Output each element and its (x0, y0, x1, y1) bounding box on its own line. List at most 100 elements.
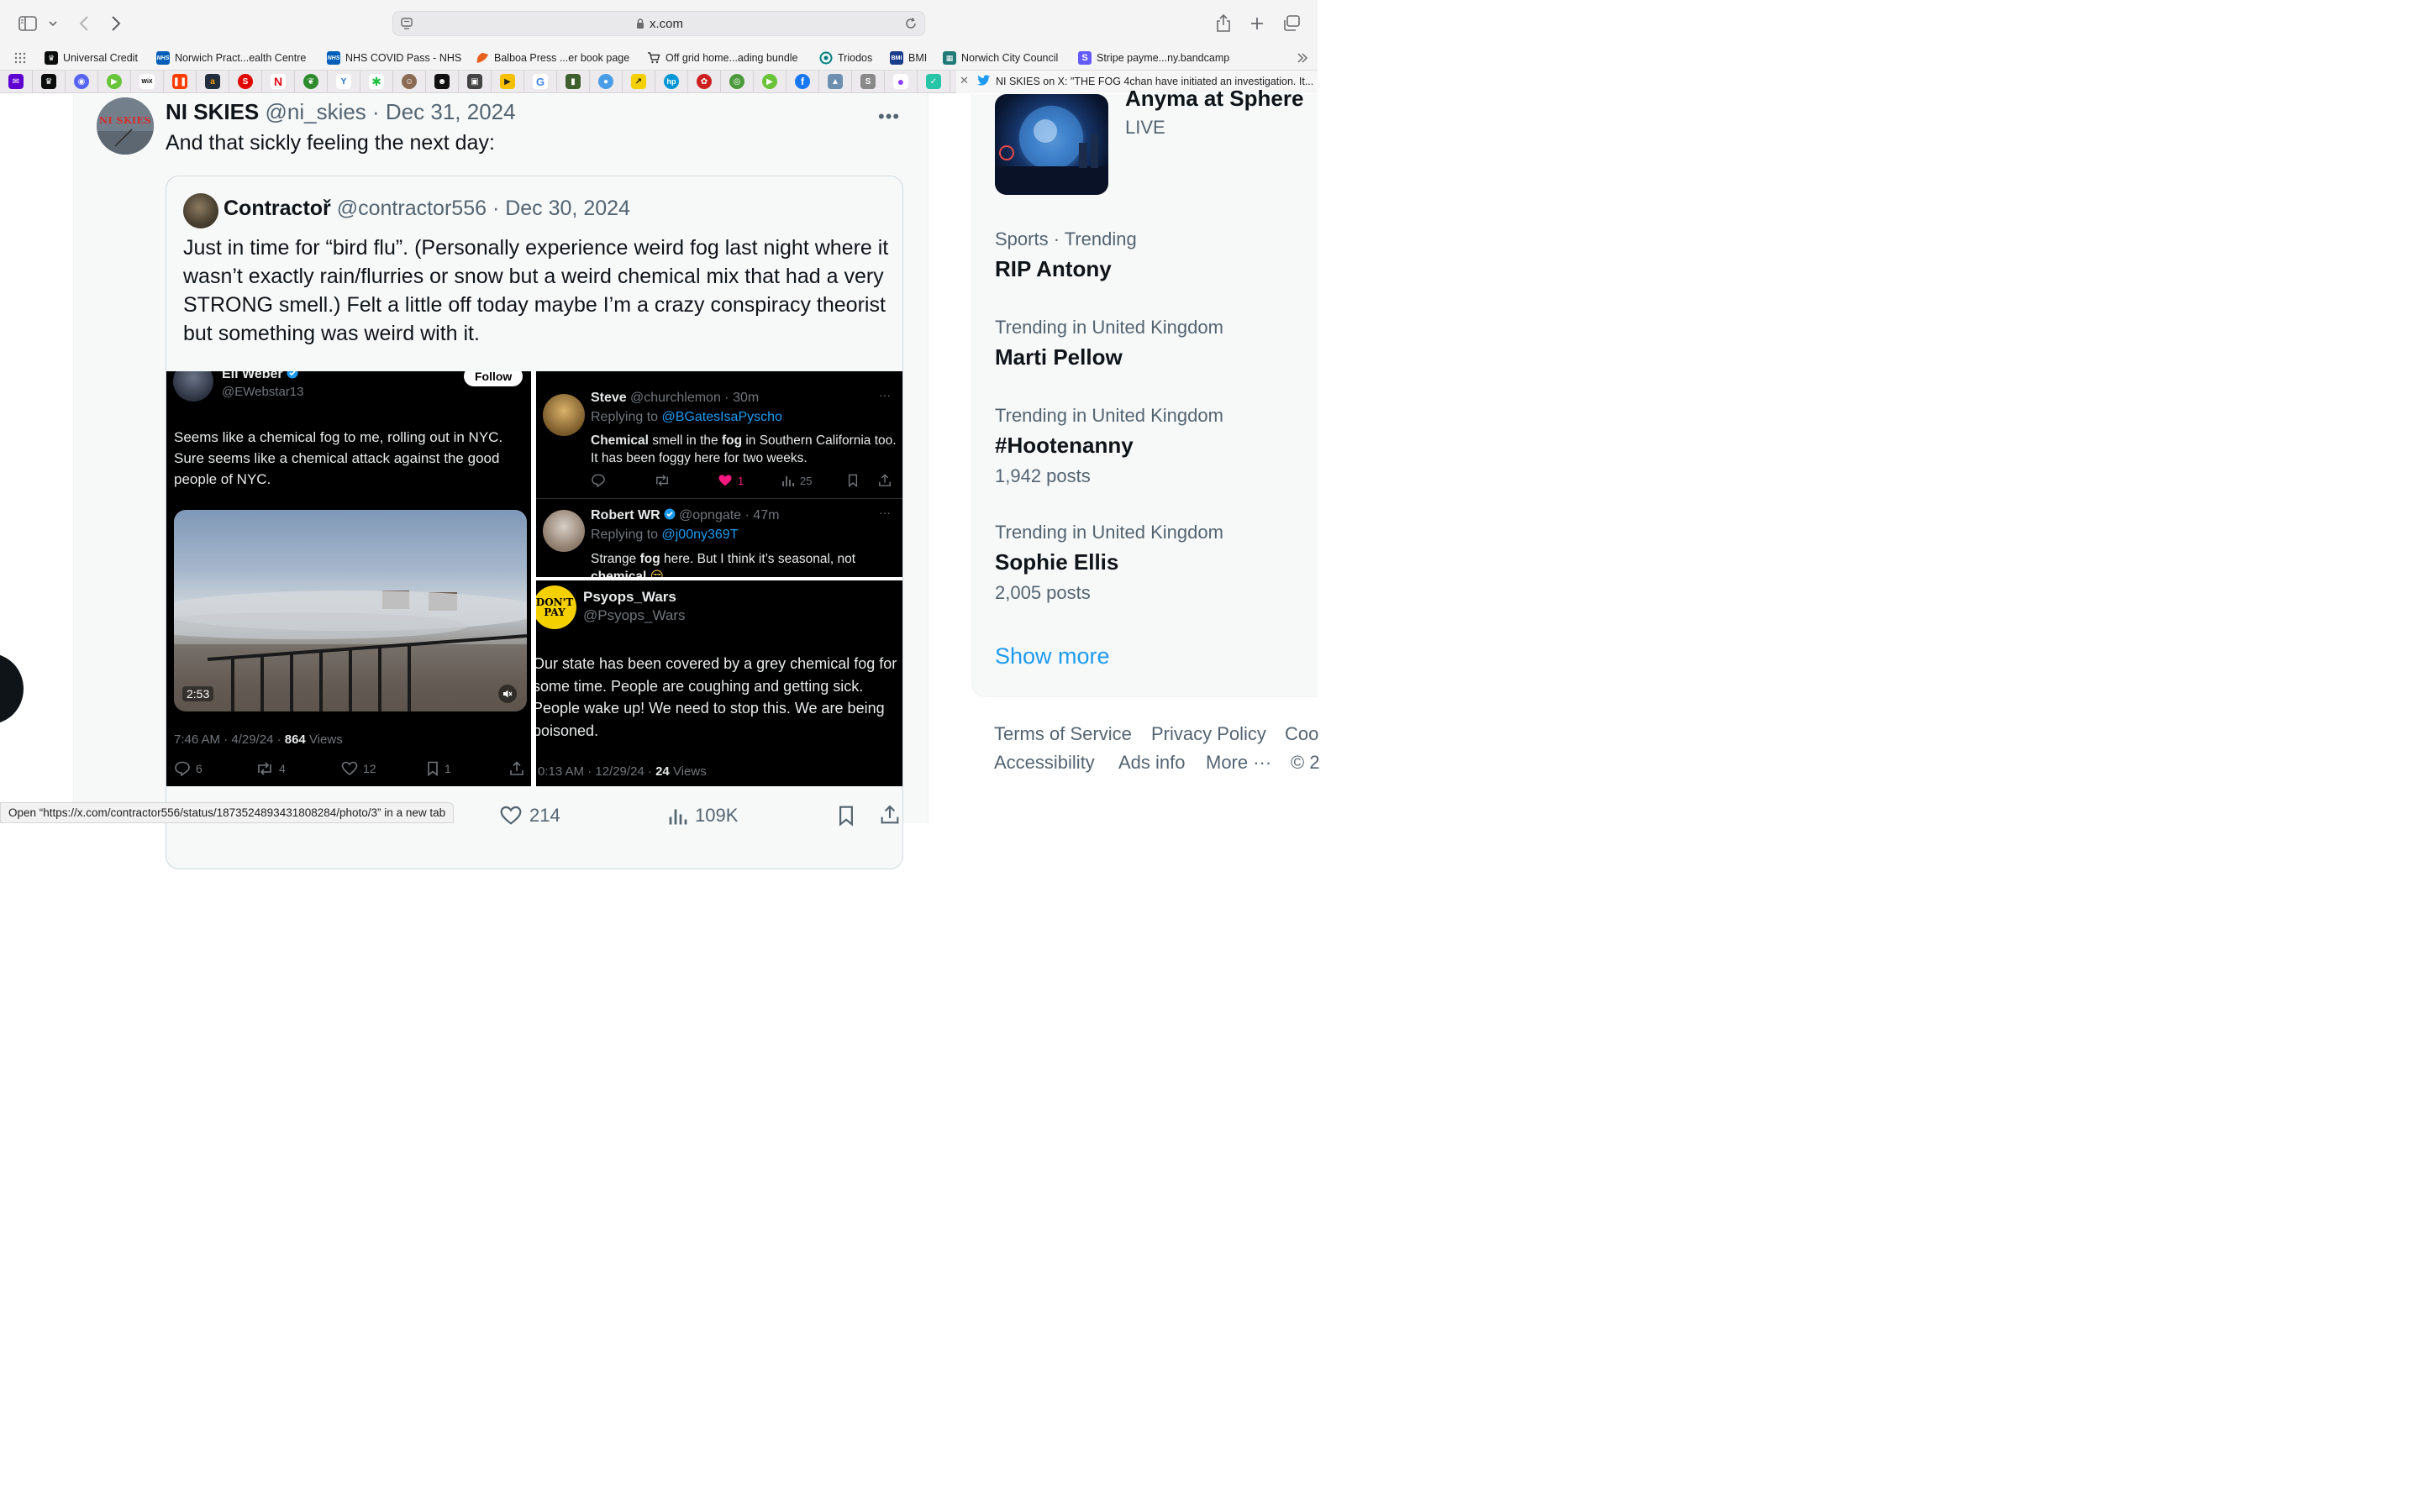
amazon-icon[interactable]: a (205, 74, 220, 89)
event-thumbnail[interactable] (995, 94, 1108, 195)
quoted-tweet[interactable]: Contractoř @contractor556 · Dec 30, 2024… (166, 176, 903, 869)
tab-overview-icon[interactable] (1281, 12, 1302, 35)
tab-separator (818, 71, 819, 93)
asterisk-icon[interactable]: ✱ (369, 74, 384, 89)
psyops-time: 0:13 AM · 12/29/24 · (538, 764, 656, 779)
quoted-author-avatar[interactable] (183, 193, 218, 228)
author-avatar[interactable]: NI SKIES (97, 97, 154, 155)
more-options-icon: ··· (879, 388, 891, 402)
bookmark-icon (839, 806, 853, 827)
netflix-icon[interactable]: N (271, 74, 286, 89)
pause-icon[interactable]: ❚❚ (172, 74, 187, 89)
chat-icon[interactable]: ● (598, 74, 613, 89)
replying-to-link: @BGatesIsaPyscho (661, 410, 782, 424)
media-image-eli-weber[interactable]: Eli Weber @EWebstar13 Follow Seems like … (166, 371, 531, 786)
bookmark-off-grid-home[interactable]: Off grid home...ading bundle (647, 46, 798, 70)
arrow-icon[interactable]: ↗ (631, 74, 646, 89)
bookmark-button[interactable] (837, 805, 855, 827)
accessibility-link[interactable]: Accessibility (994, 752, 1095, 774)
dot-icon[interactable]: ● (893, 74, 908, 89)
rose-icon[interactable]: ✿ (697, 74, 712, 89)
author-handle-date[interactable]: @ni_skies · Dec 31, 2024 (265, 99, 515, 124)
facebook-icon[interactable]: f (795, 74, 810, 89)
address-bar[interactable]: x.com (392, 11, 925, 36)
ads-info-link[interactable]: Ads info (1118, 752, 1186, 774)
portrait-icon[interactable]: ☺ (402, 74, 417, 89)
close-tab-icon[interactable]: ✕ (960, 74, 969, 87)
bookmark-balboa-press[interactable]: Balboa Press ...er book page (476, 46, 629, 70)
media-image-replies[interactable]: Steve @churchlemon · 30m ··· Replying to… (536, 371, 902, 577)
cookie-link[interactable]: Coo (1285, 723, 1318, 745)
y-icon[interactable]: Y (336, 74, 351, 89)
media-image-psyops[interactable]: DON'T PAY Psyops_Wars @Psyops_Wars Our s… (536, 580, 902, 786)
more-options-icon[interactable]: ••• (878, 106, 900, 128)
trend-name[interactable]: RIP Antony (995, 256, 1112, 282)
like-button[interactable]: 214 (499, 805, 560, 827)
steve-like-count: 1 (738, 474, 744, 487)
tab-separator (687, 71, 688, 93)
check-icon[interactable]: ✓ (926, 74, 941, 89)
terms-link[interactable]: Terms of Service (994, 723, 1132, 745)
hp-icon[interactable]: hp (664, 74, 679, 89)
bookmark-universal-credit[interactable]: ♛ Universal Credit (45, 46, 138, 70)
repost-icon (258, 762, 271, 775)
wix-icon[interactable]: WiX (139, 74, 155, 89)
google-icon[interactable]: G (533, 74, 548, 89)
trend-name[interactable]: Marti Pellow (995, 344, 1123, 370)
author-name[interactable]: NI SKIES (166, 99, 259, 124)
show-more-link[interactable]: Show more (995, 643, 1110, 669)
steve-name: Steve (591, 391, 627, 405)
steve-bold-text: fog (721, 433, 743, 448)
replying-to-link: @j00ny369T (661, 528, 739, 542)
steve-views-count: 25 (800, 474, 813, 487)
heart-icon (500, 806, 522, 825)
trend-name[interactable]: Sophie Ellis (995, 549, 1118, 575)
forward-icon[interactable] (108, 12, 124, 35)
quoted-author-name[interactable]: Contractoř (224, 197, 331, 220)
eli-reply-count: 6 (196, 762, 203, 775)
reload-icon[interactable] (904, 17, 918, 34)
share-icon (878, 474, 892, 487)
chevron-down-icon[interactable] (47, 12, 59, 35)
book-icon[interactable]: ▮ (566, 74, 581, 89)
photo-icon[interactable]: ▣ (467, 74, 482, 89)
mask-icon[interactable]: ☻ (434, 74, 450, 89)
bookmark-triodos[interactable]: Triodos (819, 46, 872, 70)
circle-icon[interactable]: ◎ (729, 74, 744, 89)
trend-name[interactable]: #Hootenanny (995, 433, 1134, 459)
share-icon[interactable] (1213, 12, 1234, 35)
landscape-icon[interactable]: ▲ (828, 74, 843, 89)
more-link[interactable]: More ··· (1206, 752, 1271, 774)
tab-separator (196, 71, 197, 93)
bookmark-norwich-practice[interactable]: NHS Norwich Pract...ealth Centre (156, 46, 306, 70)
share-button[interactable] (880, 805, 900, 825)
discord-icon[interactable]: ◉ (74, 74, 89, 89)
play-icon[interactable]: ▶ (107, 74, 122, 89)
leaf-icon (476, 51, 489, 65)
tab-separator (392, 71, 393, 93)
bookmark-nhs-covid-pass[interactable]: NHS NHS COVID Pass - NHS (327, 46, 461, 70)
page-settings-icon[interactable] (400, 17, 413, 34)
views-button[interactable]: 109K (668, 805, 738, 827)
leaf-icon[interactable]: ❦ (303, 74, 318, 89)
x-page: NI SKIES NI SKIES @ni_skies · Dec 31, 20… (0, 86, 1320, 869)
event-title[interactable]: Anyma at Sphere (1125, 86, 1303, 112)
s-icon[interactable]: S (860, 74, 876, 89)
play-icon[interactable]: ▶ (762, 74, 777, 89)
bookmark-bmi[interactable]: BMI BMI (890, 46, 927, 70)
scribd-icon[interactable]: S (238, 74, 253, 89)
back-icon[interactable] (76, 12, 92, 35)
video-icon[interactable]: ▶ (500, 74, 515, 89)
crown-icon[interactable]: ♛ (41, 74, 56, 89)
bookmark-stripe-payment[interactable]: S Stripe payme...ny.bandcamp (1078, 46, 1229, 70)
apps-grid-icon[interactable] (14, 46, 26, 70)
mail-icon[interactable]: ✉ (8, 74, 24, 89)
bookmarks-overflow-icon[interactable] (1297, 46, 1308, 70)
quoted-author-handle-date[interactable]: @contractor556 · Dec 30, 2024 (337, 197, 630, 220)
privacy-link[interactable]: Privacy Policy (1151, 723, 1266, 745)
trend-context: Trending in United Kingdom (995, 522, 1223, 543)
tweet-header: NI SKIES @ni_skies · Dec 31, 2024 (166, 99, 516, 125)
sidebar-toggle-icon[interactable] (17, 12, 39, 35)
bookmark-norwich-city-council[interactable]: ▦ Norwich City Council (943, 46, 1058, 70)
new-tab-icon[interactable] (1247, 12, 1267, 35)
